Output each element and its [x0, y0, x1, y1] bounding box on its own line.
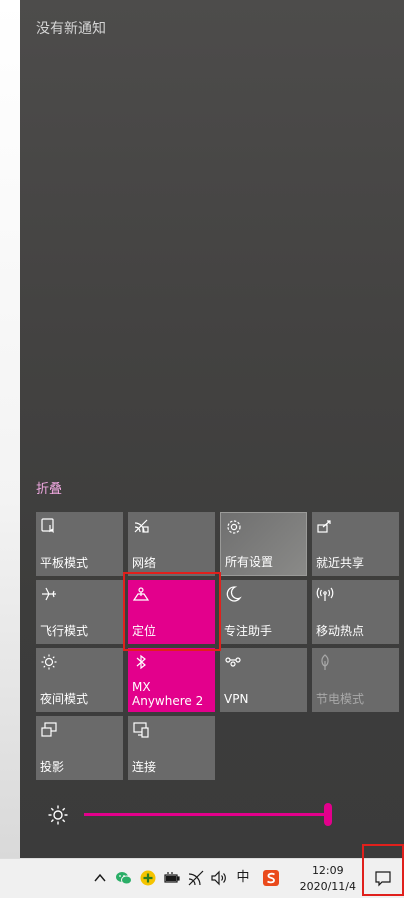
airplane-icon — [42, 587, 56, 601]
tile-label: 移动热点 — [316, 624, 365, 638]
battery-saver-icon — [321, 654, 329, 670]
tile-focus-assist[interactable]: 专注助手 — [220, 580, 307, 644]
tile-battery-saver: 节电模式 — [312, 648, 399, 712]
ime-indicator[interactable]: 中 — [234, 869, 252, 887]
no-notifications-text: 没有新通知 — [36, 21, 106, 37]
network-icon — [134, 519, 149, 533]
desktop-edge — [0, 0, 20, 858]
plus-app-icon[interactable] — [139, 869, 157, 887]
tile-label: 网络 — [132, 556, 157, 570]
clock-date: 2020/11/4 — [299, 880, 356, 893]
wechat-icon[interactable] — [115, 869, 133, 887]
tile-label: 定位 — [132, 624, 157, 638]
project-icon — [41, 722, 57, 737]
vpn-icon — [225, 657, 241, 667]
nearby-share-icon — [317, 520, 331, 533]
location-icon — [132, 587, 150, 601]
action-center-button[interactable] — [362, 859, 404, 897]
chevron-up-icon[interactable] — [91, 869, 109, 887]
tile-airplane-mode[interactable]: 飞行模式 — [36, 580, 123, 644]
network-tray-icon[interactable] — [187, 869, 205, 887]
tile-label: 夜间模式 — [40, 692, 89, 706]
bluetooth-icon — [136, 654, 146, 670]
tile-label: 平板模式 — [40, 556, 89, 570]
tile-night-light[interactable]: 夜间模式 — [36, 648, 123, 712]
notification-icon — [375, 871, 391, 887]
gear-icon — [227, 520, 241, 534]
tile-nearby-share[interactable]: 就近共享 — [312, 512, 399, 576]
tile-tablet-mode[interactable]: 平板模式 — [36, 512, 123, 576]
taskbar: 中 12:09 2020/11/4 — [0, 858, 404, 898]
collapse-link[interactable]: 折叠 — [36, 478, 62, 497]
tile-connect[interactable]: 连接 — [128, 716, 215, 780]
tile-bluetooth[interactable]: MX Anywhere 2 — [128, 648, 215, 712]
connect-icon — [133, 722, 149, 738]
tile-mobile-hotspot[interactable]: 移动热点 — [312, 580, 399, 644]
moon-icon — [226, 586, 242, 602]
tile-label: 专注助手 — [224, 624, 273, 638]
tile-label: 连接 — [132, 760, 157, 774]
clock-time: 12:09 — [311, 864, 344, 877]
tile-label: VPN — [224, 692, 249, 706]
sogou-ime-icon[interactable] — [262, 869, 280, 887]
taskbar-clock[interactable]: 12:09 2020/11/4 — [300, 863, 356, 895]
tile-label: 投影 — [40, 760, 65, 774]
tile-all-settings[interactable]: 所有设置 — [220, 512, 307, 576]
tile-network[interactable]: 网络 — [128, 512, 215, 576]
tile-label: 节电模式 — [316, 692, 365, 706]
tile-label: MX Anywhere 2 — [132, 680, 204, 708]
battery-icon[interactable] — [163, 869, 181, 887]
tile-project[interactable]: 投影 — [36, 716, 123, 780]
tablet-mode-icon — [41, 518, 55, 533]
tile-location[interactable]: 定位 — [128, 580, 215, 644]
volume-icon[interactable] — [210, 869, 228, 887]
night-light-icon — [41, 654, 57, 670]
tile-vpn[interactable]: VPN — [220, 648, 307, 712]
tile-label: 所有设置 — [225, 555, 274, 569]
brightness-slider-track[interactable] — [84, 813, 328, 816]
hotspot-icon — [316, 587, 334, 601]
brightness-icon — [48, 805, 68, 825]
brightness-slider-thumb[interactable] — [324, 803, 332, 826]
tile-label: 飞行模式 — [40, 624, 89, 638]
tile-label: 就近共享 — [316, 556, 365, 570]
